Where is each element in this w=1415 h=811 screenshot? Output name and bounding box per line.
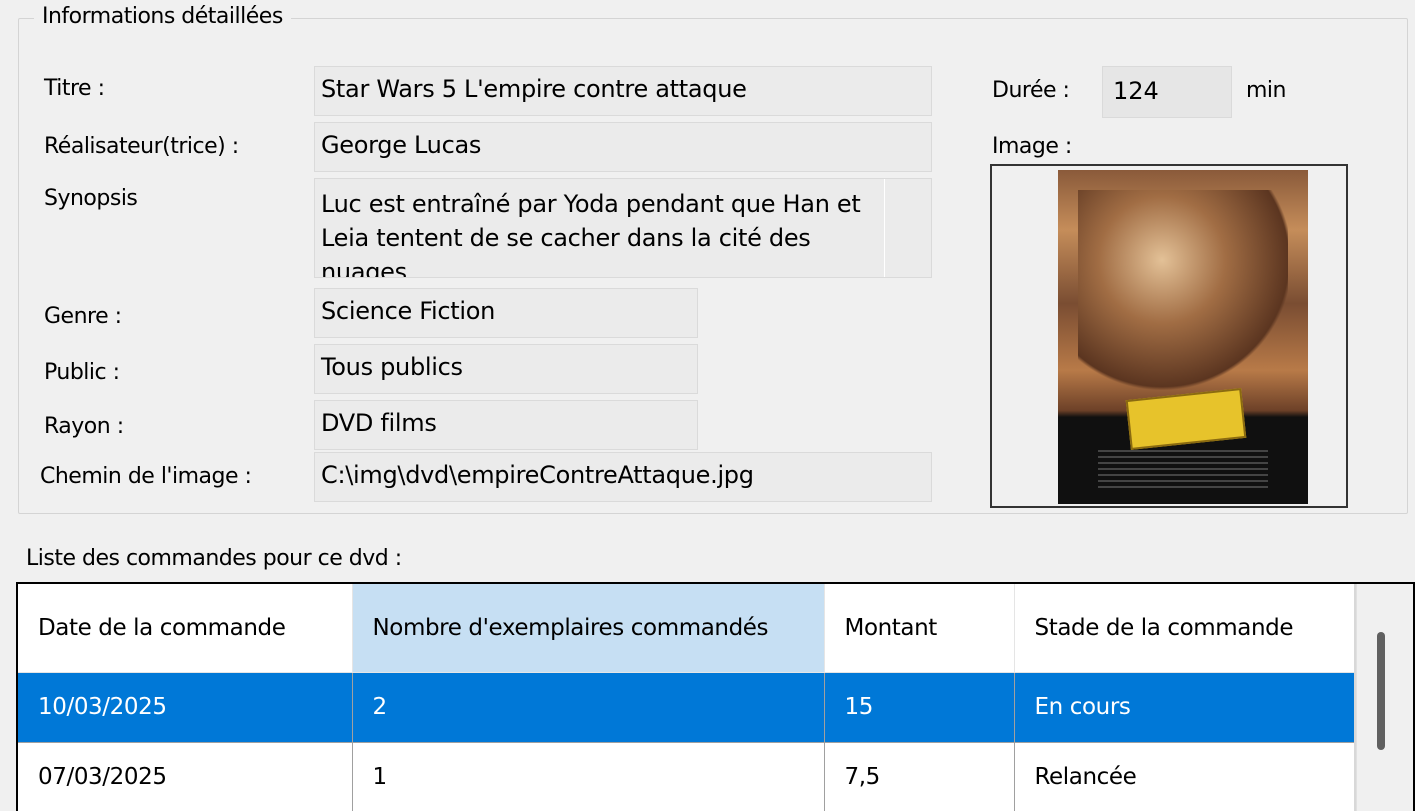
orders-datagrid[interactable]: Date de la commande Nombre d'exemplaires… xyxy=(16,582,1415,811)
column-header-nombre[interactable]: Nombre d'exemplaires commandés xyxy=(352,584,825,673)
cell-stade[interactable]: Relancée xyxy=(1014,742,1355,811)
orders-header-row: Date de la commande Nombre d'exemplaires… xyxy=(18,584,1355,673)
orders-list-label: Liste des commandes pour ce dvd : xyxy=(26,546,402,571)
image-label: Image : xyxy=(992,134,1072,159)
duree-label: Durée : xyxy=(992,78,1070,103)
synopsis-scrollbar[interactable] xyxy=(884,179,931,277)
scrollbar-thumb[interactable] xyxy=(1377,632,1385,750)
details-group-title: Informations détaillées xyxy=(34,4,291,29)
column-header-montant[interactable]: Montant xyxy=(824,584,1015,673)
synopsis-text: Luc est entraîné par Yoda pendant que Ha… xyxy=(321,190,861,278)
poster-credits xyxy=(1098,450,1268,490)
genre-field[interactable]: Science Fiction xyxy=(314,288,698,338)
rayon-field[interactable]: DVD films xyxy=(314,400,698,450)
poster-artwork xyxy=(1078,190,1288,390)
image-picturebox xyxy=(990,164,1348,508)
column-header-stade[interactable]: Stade de la commande xyxy=(1014,584,1355,673)
cell-stade[interactable]: En cours xyxy=(1014,672,1355,743)
titre-field[interactable]: Star Wars 5 L'empire contre attaque xyxy=(314,66,932,116)
realisateur-label: Réalisateur(trice) : xyxy=(44,134,239,159)
synopsis-label: Synopsis xyxy=(44,186,138,211)
rayon-label: Rayon : xyxy=(44,414,124,439)
chemin-field[interactable]: C:\img\dvd\empireContreAttaque.jpg xyxy=(314,452,932,502)
poster-logo xyxy=(1125,388,1247,450)
duree-unit: min xyxy=(1246,78,1287,103)
genre-label: Genre : xyxy=(44,304,122,329)
table-row[interactable]: 10/03/2025 2 15 En cours xyxy=(18,672,1355,743)
movie-poster-image xyxy=(1058,170,1308,504)
realisateur-field[interactable]: George Lucas xyxy=(314,122,932,172)
public-label: Public : xyxy=(44,360,120,385)
column-header-date[interactable]: Date de la commande xyxy=(18,584,353,673)
public-field[interactable]: Tous publics xyxy=(314,344,698,394)
orders-table: Date de la commande Nombre d'exemplaires… xyxy=(18,584,1355,811)
cell-date[interactable]: 07/03/2025 xyxy=(18,742,353,811)
cell-nombre[interactable]: 1 xyxy=(352,742,825,811)
cell-montant[interactable]: 7,5 xyxy=(824,742,1015,811)
table-row[interactable]: 07/03/2025 1 7,5 Relancée xyxy=(18,742,1355,811)
chemin-label: Chemin de l'image : xyxy=(40,464,252,489)
titre-label: Titre : xyxy=(44,76,105,101)
synopsis-field[interactable]: Luc est entraîné par Yoda pendant que Ha… xyxy=(314,178,932,278)
cell-nombre[interactable]: 2 xyxy=(352,672,825,743)
grid-vertical-scrollbar[interactable] xyxy=(1356,584,1413,811)
duree-field[interactable]: 124 xyxy=(1102,66,1232,118)
cell-date[interactable]: 10/03/2025 xyxy=(18,672,353,743)
cell-montant[interactable]: 15 xyxy=(824,672,1015,743)
